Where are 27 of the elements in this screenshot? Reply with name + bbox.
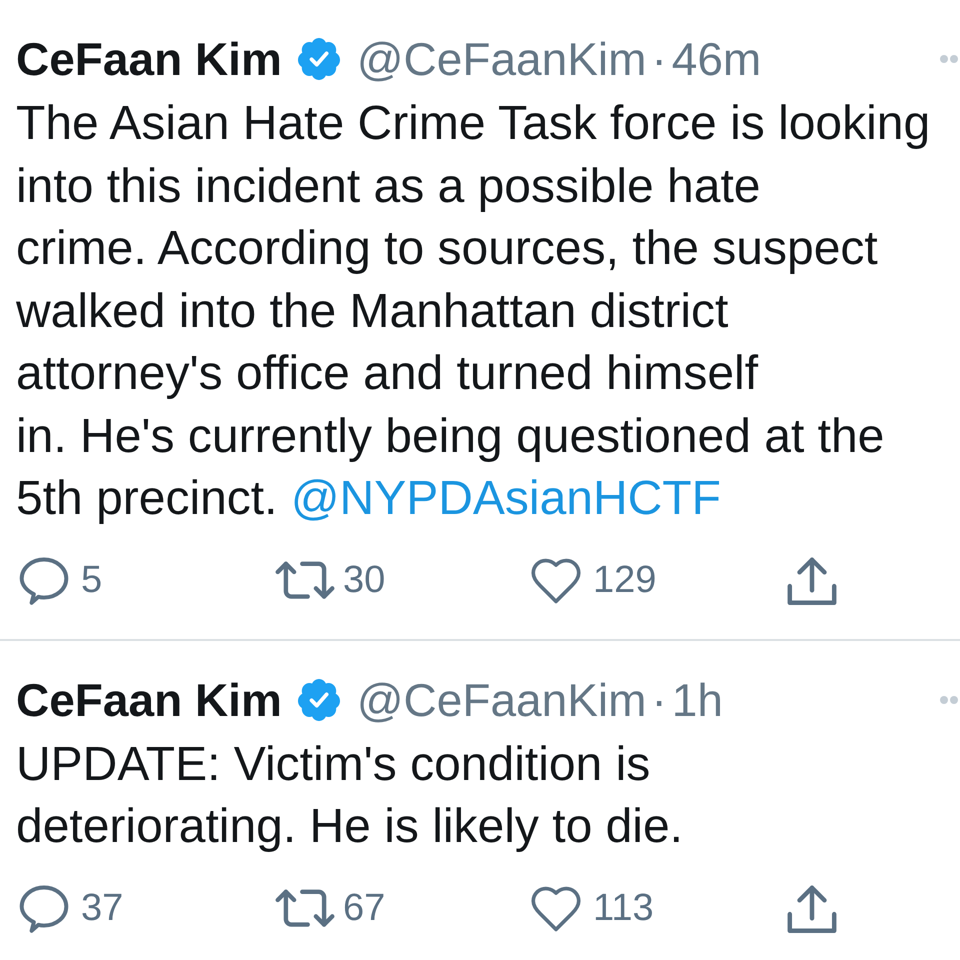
timestamp[interactable]: 46m <box>672 32 762 86</box>
heart-icon <box>531 558 581 604</box>
speech-bubble-icon <box>19 556 69 604</box>
tweet-text: UPDATE: Victim's condition is deteriorating. He is likely to die. <box>16 736 684 855</box>
share-icon <box>787 884 837 932</box>
share-button[interactable] <box>787 556 837 606</box>
share-button[interactable] <box>787 884 837 934</box>
like-button[interactable]: 113 <box>531 884 654 934</box>
retweet-button[interactable]: 67 <box>275 884 386 934</box>
like-button[interactable]: 129 <box>531 556 656 606</box>
separator-dot: · <box>651 672 667 726</box>
timestamp[interactable]: 1h <box>672 672 723 726</box>
repeat-arrows-icon <box>275 560 335 600</box>
tweet-text: The Asian Hate Crime Task force is looking into this incident as a possible hate crime. According to sources, the suspect walked into the Manhattan district attorney's office and turned himself in. He's currently being questioned at the 5th precinct. @NYPDAsianHCTF <box>16 96 932 527</box>
reply-button[interactable]: 37 <box>19 884 124 934</box>
reply-button[interactable]: 5 <box>19 556 102 606</box>
author-name[interactable]: CeFaan Kim <box>16 672 282 726</box>
author-handle[interactable]: @CeFaanKim <box>356 672 646 726</box>
retweet-button[interactable]: 30 <box>275 556 386 606</box>
separator-dot: · <box>651 32 667 86</box>
repeat-arrows-icon <box>275 888 335 928</box>
heart-icon <box>531 886 581 932</box>
share-icon <box>787 556 837 604</box>
author-handle[interactable]: @CeFaanKim <box>356 32 646 86</box>
author-name[interactable]: CeFaan Kim <box>16 32 282 86</box>
speech-bubble-icon <box>19 884 69 932</box>
mention-link[interactable]: @NYPDAsianHCTF <box>290 472 721 525</box>
